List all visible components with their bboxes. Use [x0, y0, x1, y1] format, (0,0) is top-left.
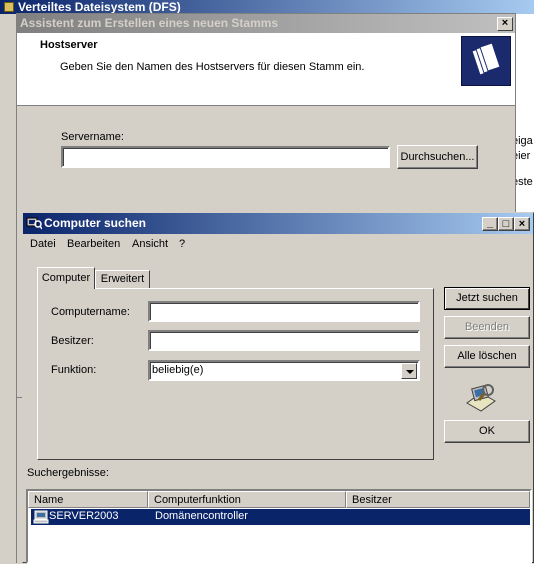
owner-input[interactable] [148, 330, 420, 351]
wizard-close-button[interactable]: × [497, 17, 513, 31]
maximize-button[interactable]: □ [498, 217, 514, 231]
role-label: Funktion: [51, 364, 97, 376]
wizard-title: Assistent zum Erstellen eines neuen Stam… [20, 16, 279, 30]
wizard-titlebar[interactable]: Assistent zum Erstellen eines neuen Stam… [17, 14, 515, 33]
minimize-button[interactable]: _ [482, 217, 498, 231]
ok-button[interactable]: OK [444, 420, 530, 443]
folders-wizard-icon [461, 36, 511, 86]
wizard-subheading: Geben Sie den Namen des Hostservers für … [60, 61, 365, 73]
servername-input[interactable] [61, 146, 390, 168]
find-dialog-title: Computer suchen [44, 216, 147, 230]
background-window-title: Verteiltes Dateisystem (DFS) [18, 0, 181, 14]
menu-help[interactable]: ? [179, 234, 185, 254]
column-header-role[interactable]: Computerfunktion [148, 491, 346, 508]
close-icon: × [501, 17, 509, 29]
search-results-list[interactable]: Name Computerfunktion Besitzer SERVER200… [26, 489, 532, 564]
computername-input[interactable] [148, 301, 420, 322]
search-now-button[interactable]: Jetzt suchen [444, 287, 530, 310]
find-close-button[interactable]: × [514, 217, 530, 231]
close-icon: × [518, 218, 526, 230]
result-name-cell: SERVER2003 [49, 510, 119, 522]
menu-bar: Datei Bearbeiten Ansicht ? [23, 234, 533, 254]
stop-button[interactable]: Beenden [444, 316, 530, 339]
computer-icon [33, 510, 49, 524]
search-results-label: Suchergebnisse: [27, 467, 109, 479]
result-role-cell: Domänencontroller [155, 510, 248, 522]
menu-file[interactable]: Datei [30, 234, 56, 254]
owner-label: Besitzer: [51, 335, 94, 347]
table-row[interactable]: SERVER2003 Domänencontroller [31, 509, 530, 525]
role-select-value: beliebig(e) [152, 364, 204, 376]
servername-label: Servername: [61, 131, 124, 143]
column-header-name[interactable]: Name [28, 491, 148, 508]
chevron-down-icon[interactable] [401, 363, 417, 379]
wizard-heading: Hostserver [40, 39, 98, 51]
tab-advanced[interactable]: Erweitert [95, 270, 150, 288]
search-animation-icon [463, 381, 499, 415]
background-window-left-strip [0, 14, 17, 563]
maximize-icon: □ [502, 218, 510, 230]
menu-view[interactable]: Ansicht [132, 234, 168, 254]
background-window-titlebar[interactable]: Verteiltes Dateisystem (DFS) [0, 0, 534, 14]
find-computers-dialog: Computer suchen _ □ × Datei Bearbeiten A… [22, 212, 534, 564]
column-header-owner[interactable]: Besitzer [346, 491, 530, 508]
minimize-icon: _ [486, 217, 494, 229]
computername-label: Computername: [51, 306, 130, 318]
find-computer-icon [26, 216, 43, 230]
role-select[interactable]: beliebig(e) [148, 360, 420, 381]
menu-edit[interactable]: Bearbeiten [67, 234, 120, 254]
clear-all-button[interactable]: Alle löschen [444, 345, 530, 368]
dfs-app-icon [4, 2, 14, 12]
browse-button[interactable]: Durchsuchen... [397, 145, 478, 169]
find-dialog-titlebar[interactable]: Computer suchen [23, 213, 533, 234]
tab-computer[interactable]: Computer [37, 267, 95, 289]
